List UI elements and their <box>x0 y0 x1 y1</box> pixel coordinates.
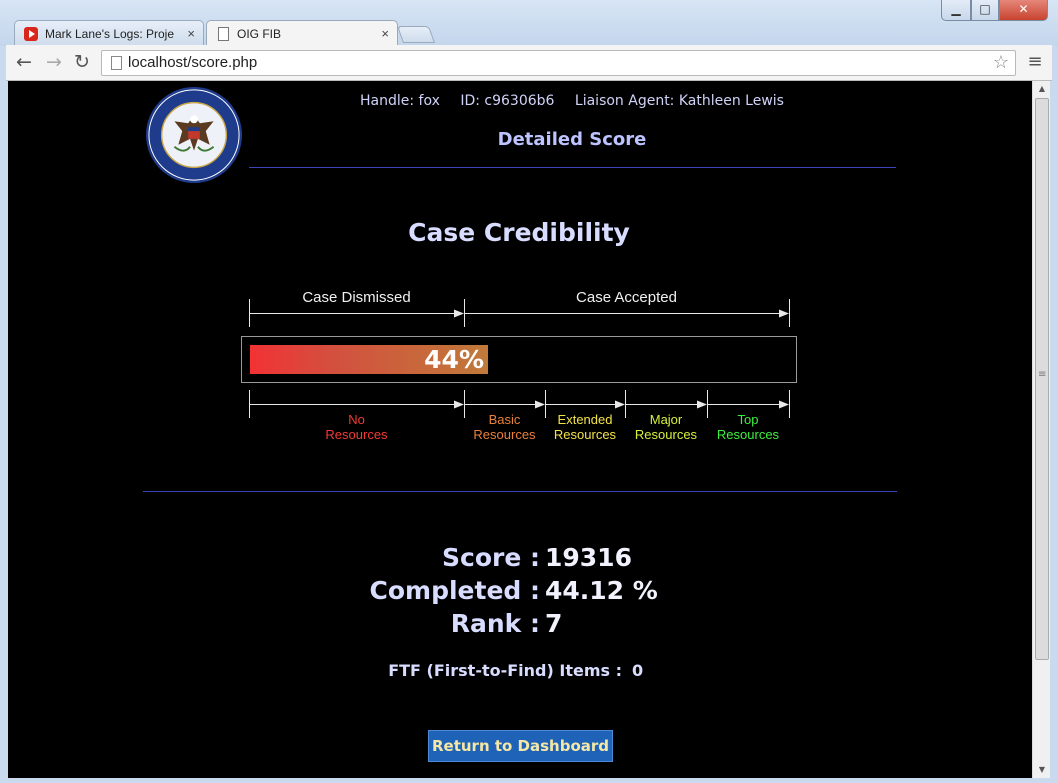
back-icon[interactable]: ← <box>12 51 36 75</box>
maximize-button[interactable]: □ <box>971 0 999 21</box>
address-bar[interactable]: localhost/score.php ☆ <box>101 50 1016 76</box>
divider <box>143 491 897 492</box>
score-row: Score : 19316 <box>8 543 1032 576</box>
new-tab-button[interactable] <box>396 26 436 43</box>
scroll-up-icon[interactable]: ▲ <box>1033 81 1051 97</box>
credibility-percent: 44% <box>424 345 484 374</box>
menu-icon[interactable]: ≡ <box>1024 51 1046 73</box>
minimize-button[interactable]: ▁ <box>941 0 971 21</box>
resource-label-major: Major Resources <box>634 412 698 442</box>
tab-mark-lane-logs[interactable]: Mark Lane's Logs: Proje × <box>14 20 204 46</box>
page-icon <box>111 56 122 70</box>
score-label: Score : <box>442 543 540 572</box>
reload-icon[interactable]: ↻ <box>70 51 94 75</box>
completed-row: Completed : 44.12 % <box>8 576 1032 609</box>
completed-value: 44.12 % <box>545 576 658 605</box>
rank-row: Rank : 7 <box>8 609 1032 642</box>
completed-label: Completed : <box>369 576 541 605</box>
resource-label-extended: Extended Resources <box>553 412 617 442</box>
scrollbar-thumb[interactable] <box>1035 98 1049 660</box>
scroll-down-icon[interactable]: ▼ <box>1033 762 1051 778</box>
rank-value: 7 <box>545 609 563 638</box>
resource-label-basic: Basic Resources <box>473 412 536 442</box>
return-to-dashboard-button[interactable]: Return to Dashboard <box>428 730 613 762</box>
tab-title: OIG FIB <box>237 27 282 41</box>
star-icon[interactable]: ☆ <box>993 52 1009 73</box>
tab-oig-fib[interactable]: OIG FIB × <box>206 20 398 47</box>
close-window-button[interactable]: ✕ <box>999 0 1048 21</box>
score-value: 19316 <box>545 543 632 572</box>
title-bar: Mark Lane's Logs: Proje × OIG FIB × ▁ □ … <box>0 0 1058 47</box>
forward-icon[interactable]: → <box>42 51 66 75</box>
page-icon <box>218 27 229 41</box>
browser-toolbar: ← → ↻ localhost/score.php ☆ ≡ <box>6 45 1052 81</box>
vertical-scrollbar[interactable]: ▲ ▼ <box>1032 81 1050 778</box>
tab-title: Mark Lane's Logs: Proje <box>45 27 175 41</box>
tab-close-icon[interactable]: × <box>187 26 195 41</box>
url-text: localhost/score.php <box>128 54 258 71</box>
ftf-value: 0 <box>632 661 644 680</box>
rank-label: Rank : <box>450 609 540 638</box>
resource-label-no: No Resources <box>325 412 388 442</box>
window-border <box>0 778 1058 783</box>
credibility-bar: 44% <box>241 336 797 383</box>
resource-label-top: Top Resources <box>716 412 780 442</box>
browser-window: Mark Lane's Logs: Proje × OIG FIB × ▁ □ … <box>0 0 1058 783</box>
tab-close-icon[interactable]: × <box>381 26 389 41</box>
page-content: Handle: fox ID: c96306b6 Liaison Agent: … <box>8 81 1032 778</box>
youtube-icon <box>24 27 38 41</box>
ftf-label: FTF (First-to-Find) Items : <box>388 661 622 680</box>
credibility-bar-fill: 44% <box>250 345 488 374</box>
